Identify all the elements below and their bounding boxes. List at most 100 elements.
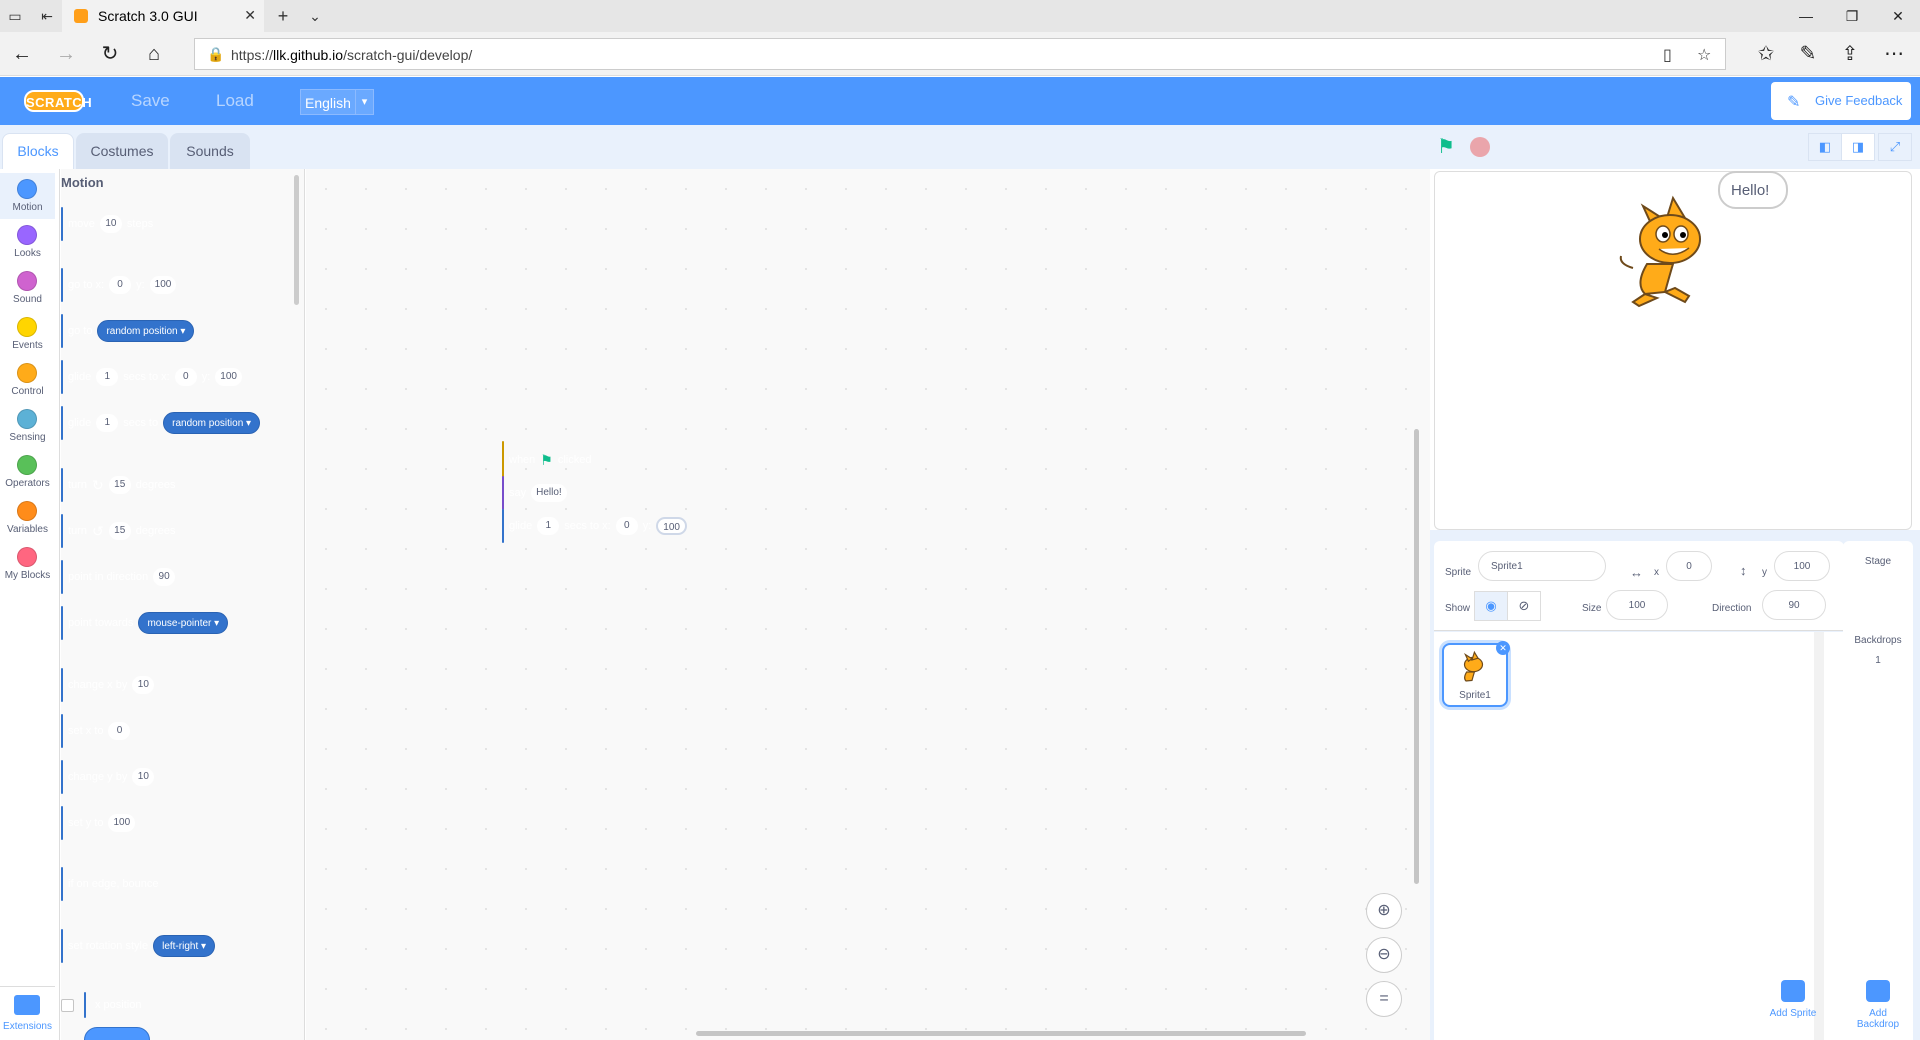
block-change-y[interactable]: change y by 10 xyxy=(61,760,155,794)
favorite-star-icon[interactable]: ☆ xyxy=(1697,45,1711,65)
block-if-on-edge-bounce[interactable]: if on edge, bounce xyxy=(61,867,159,901)
category-variables[interactable]: Variables xyxy=(0,495,55,541)
zoom-reset-icon[interactable]: = xyxy=(1366,981,1402,1017)
category-looks[interactable]: Looks xyxy=(0,219,55,265)
zoom-out-icon[interactable]: ⊖ xyxy=(1366,937,1402,973)
block-move-steps[interactable]: move 10 steps xyxy=(61,207,153,241)
category-operators[interactable]: Operators xyxy=(0,449,55,495)
scratch-logo[interactable]: SCRATCH xyxy=(24,90,92,112)
green-flag-icon[interactable]: ⚑ xyxy=(1437,136,1459,158)
address-bar[interactable]: 🔒 https://llk.github.io/scratch-gui/deve… xyxy=(194,38,1726,70)
block-point-in-direction[interactable]: point in direction 90 xyxy=(61,560,176,594)
hide-eye-icon[interactable]: ⊘ xyxy=(1507,591,1541,621)
add-sprite-button[interactable]: Add Sprite xyxy=(1763,980,1823,1030)
share-icon[interactable]: ⇪ xyxy=(1838,42,1862,66)
y-field[interactable]: 100 xyxy=(1774,551,1830,581)
category-sound[interactable]: Sound xyxy=(0,265,55,311)
script-horizontal-scrollbar[interactable] xyxy=(696,1031,1306,1036)
tab-blocks[interactable]: Blocks xyxy=(2,133,74,169)
tab-close-icon[interactable]: ✕ xyxy=(244,7,256,24)
block-set-rotation-style[interactable]: set rotation style left-right ▾ xyxy=(61,929,216,963)
sprite-name-field[interactable]: Sprite1 xyxy=(1478,551,1606,581)
reading-view-icon[interactable]: ▯ xyxy=(1663,45,1672,65)
normal-stage-icon[interactable]: ◨ xyxy=(1841,133,1875,161)
block-input[interactable]: Hello! xyxy=(531,484,567,502)
block-input[interactable]: 10 xyxy=(132,768,155,786)
delete-sprite-icon[interactable]: ✕ xyxy=(1496,641,1510,655)
block-go-to-xy[interactable]: go to x: 0 y: 100 xyxy=(61,268,177,302)
refresh-icon[interactable]: ↻ xyxy=(98,42,122,66)
favorites-icon[interactable]: ✩ xyxy=(1754,42,1778,66)
tab-costumes[interactable]: Costumes xyxy=(76,133,168,169)
sprite-tile[interactable]: ✕ Sprite1 xyxy=(1442,641,1510,707)
block-y-position[interactable] xyxy=(84,1027,150,1040)
block-input[interactable]: 0 xyxy=(108,722,131,740)
more-icon[interactable]: ⋯ xyxy=(1882,42,1906,66)
block-x-position[interactable]: x position xyxy=(84,992,141,1018)
sprite-list-scrollbar[interactable] xyxy=(1814,632,1824,1040)
block-set-x[interactable]: set x to 0 xyxy=(61,714,131,748)
block-turn-right[interactable]: turn ↻ 15 degrees xyxy=(61,468,175,502)
block-input[interactable]: 1 xyxy=(96,414,119,432)
block-dropdown[interactable]: random position ▾ xyxy=(163,412,261,434)
palette-scrollbar[interactable] xyxy=(294,175,299,305)
direction-field[interactable]: 90 xyxy=(1762,590,1826,620)
x-position-checkbox[interactable] xyxy=(61,999,74,1012)
extensions-button[interactable]: Extensions xyxy=(0,986,55,1040)
pen-icon[interactable]: ✎ xyxy=(1796,42,1820,66)
give-feedback-button[interactable]: ✎ Give Feedback xyxy=(1771,82,1911,120)
home-icon[interactable]: ⌂ xyxy=(142,42,166,66)
block-input[interactable]: 15 xyxy=(108,522,131,540)
script-vertical-scrollbar[interactable] xyxy=(1414,429,1419,884)
block-input[interactable]: 0 xyxy=(615,517,638,535)
x-field[interactable]: 0 xyxy=(1666,551,1712,581)
block-dropdown[interactable]: left-right ▾ xyxy=(153,935,216,957)
small-stage-icon[interactable]: ◧ xyxy=(1808,133,1842,161)
block-input[interactable]: 1 xyxy=(96,368,119,386)
block-input[interactable]: 1 xyxy=(537,517,560,535)
block-go-to[interactable]: go to random position ▾ xyxy=(61,314,195,348)
block-dropdown[interactable]: random position ▾ xyxy=(97,320,195,342)
block-dropdown[interactable]: mouse-pointer ▾ xyxy=(138,612,229,634)
save-menu[interactable]: Save xyxy=(131,91,170,111)
block-when-flag-clicked[interactable]: when ⚑ clicked xyxy=(502,441,591,477)
block-input[interactable]: 0 xyxy=(109,276,132,294)
tab-sounds[interactable]: Sounds xyxy=(170,133,250,169)
fullscreen-icon[interactable]: ⤢ xyxy=(1878,133,1912,161)
size-field[interactable]: 100 xyxy=(1606,590,1668,620)
set-aside-tabs-icon[interactable]: ⇤ xyxy=(36,6,58,26)
block-input[interactable]: 15 xyxy=(108,476,131,494)
block-glide-to-xy[interactable]: glide 1 secs to x: 0 y: 100 xyxy=(502,509,687,543)
block-change-x[interactable]: change x by 10 xyxy=(61,668,155,702)
category-events[interactable]: Events xyxy=(0,311,55,357)
minimize-icon[interactable]: — xyxy=(1786,6,1826,26)
tab-list-icon[interactable]: ▭ xyxy=(4,6,26,26)
category-sensing[interactable]: Sensing xyxy=(0,403,55,449)
block-set-y[interactable]: set y to 100 xyxy=(61,806,136,840)
stop-icon[interactable] xyxy=(1470,137,1490,157)
load-menu[interactable]: Load xyxy=(216,91,254,111)
block-input[interactable]: 90 xyxy=(153,568,176,586)
block-input[interactable]: 10 xyxy=(99,215,122,233)
script-area[interactable]: when ⚑ clicked say Hello! glide 1 secs to x: 0… xyxy=(306,169,1430,1040)
block-say[interactable]: say Hello! xyxy=(502,476,567,510)
category-motion[interactable]: Motion xyxy=(0,173,55,219)
category-my-blocks[interactable]: My Blocks xyxy=(0,541,55,587)
stage-canvas[interactable] xyxy=(1434,171,1912,530)
block-input[interactable]: 100 xyxy=(656,517,687,535)
back-icon[interactable]: ← xyxy=(10,42,34,66)
tab-dropdown-icon[interactable]: ⌄ xyxy=(304,6,326,26)
block-input[interactable]: 100 xyxy=(215,368,242,386)
block-turn-left[interactable]: turn ↺ 15 degrees xyxy=(61,514,175,548)
forward-icon[interactable]: → xyxy=(54,42,78,66)
add-backdrop-button[interactable]: Add Backdrop xyxy=(1848,980,1908,1030)
browser-tab[interactable]: Scratch 3.0 GUI ✕ xyxy=(62,0,264,32)
block-input[interactable]: 100 xyxy=(149,276,177,294)
block-input[interactable]: 100 xyxy=(108,814,136,832)
block-input[interactable]: 0 xyxy=(174,368,197,386)
close-window-icon[interactable]: ✕ xyxy=(1878,6,1918,26)
block-glide-to-xy[interactable]: glide 1 secs to x: 0 y: 100 xyxy=(61,360,242,394)
block-glide-to[interactable]: glide 1 secs to random position ▾ xyxy=(61,406,261,440)
zoom-in-icon[interactable]: ⊕ xyxy=(1366,893,1402,929)
language-select[interactable]: English ▾ xyxy=(300,89,374,115)
